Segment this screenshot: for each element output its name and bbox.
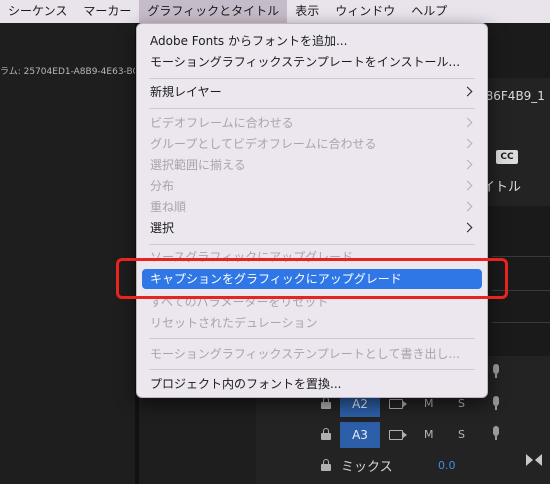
track-divider: [492, 322, 550, 323]
menu-item-align-selection[interactable]: 選択範囲に揃える: [137, 155, 487, 175]
menu-item-export-template[interactable]: モーショングラフィックステンプレートとして書き出し...: [137, 344, 487, 364]
mute-button[interactable]: M: [424, 397, 434, 410]
lock-icon[interactable]: [320, 459, 332, 471]
menu-item-distribute[interactable]: 分布: [137, 176, 487, 196]
menu-item-fit-video-frame[interactable]: ビデオフレームに合わせる: [137, 113, 487, 133]
sync-lock-icon[interactable]: [389, 399, 407, 409]
chevron-right-icon: [462, 138, 473, 149]
voiceover-mic-icon[interactable]: [492, 426, 500, 440]
project-panel: [0, 23, 135, 484]
menu-item-add-fonts[interactable]: Adobe Fonts からフォントを追加...: [137, 31, 487, 51]
menu-item-reset-duration[interactable]: リセットされたデュレーション: [137, 313, 487, 333]
annotation-highlight-box: [116, 258, 508, 299]
lock-icon[interactable]: [320, 397, 332, 409]
menu-window[interactable]: ウィンドウ: [327, 0, 403, 23]
menu-bar: シーケンス マーカー グラフィックとタイトル 表示 ウィンドウ ヘルプ: [0, 0, 550, 23]
menu-view[interactable]: 表示: [287, 0, 327, 23]
mix-pan-icon[interactable]: [526, 454, 542, 466]
chevron-right-icon: [462, 86, 473, 97]
lock-icon[interactable]: [320, 428, 332, 440]
solo-button[interactable]: S: [458, 397, 465, 410]
chevron-right-icon: [462, 201, 473, 212]
voiceover-mic-icon[interactable]: [492, 396, 500, 410]
menu-item-new-layer[interactable]: 新規レイヤー: [137, 82, 487, 102]
chevron-right-icon: [462, 117, 473, 128]
menu-separator: [149, 78, 475, 79]
menu-graphics-and-titles[interactable]: グラフィックとタイトル: [139, 0, 288, 23]
menu-help[interactable]: ヘルプ: [403, 0, 455, 23]
menu-item-select[interactable]: 選択: [137, 218, 487, 238]
menu-separator: [149, 369, 475, 370]
menu-item-label: グループとしてビデオフレームに合わせる: [150, 137, 377, 151]
graphics-titles-dropdown: Adobe Fonts からフォントを追加... モーショングラフィックステンプ…: [136, 23, 488, 398]
mix-track-label: ミックス: [341, 460, 393, 475]
track-label-a3[interactable]: A3: [340, 422, 380, 448]
chevron-right-icon: [462, 159, 473, 170]
menu-marker[interactable]: マーカー: [75, 0, 139, 23]
clip-id-text: 786F4B9_1: [478, 89, 545, 103]
voiceover-mic-icon[interactable]: [492, 364, 500, 378]
cc-icon[interactable]: CC: [496, 150, 518, 164]
menu-item-label: 新規レイヤー: [150, 85, 222, 99]
menu-item-label: ビデオフレームに合わせる: [150, 116, 294, 130]
menu-separator: [149, 108, 475, 109]
solo-button[interactable]: S: [458, 428, 465, 441]
sync-lock-icon[interactable]: [389, 430, 407, 440]
chevron-right-icon: [462, 222, 473, 233]
menu-item-install-template[interactable]: モーショングラフィックステンプレートをインストール...: [137, 52, 487, 72]
menu-separator: [149, 338, 475, 339]
menu-item-fit-group-video-frame[interactable]: グループとしてビデオフレームに合わせる: [137, 134, 487, 154]
menu-item-label: 分布: [150, 179, 175, 193]
track-divider: [492, 256, 550, 257]
menu-sequence[interactable]: シーケンス: [0, 0, 75, 23]
menu-item-label: 選択: [150, 221, 175, 235]
menu-item-label: 選択範囲に揃える: [150, 158, 246, 172]
mix-volume-value[interactable]: 0.0: [438, 459, 456, 472]
menu-item-arrange[interactable]: 重ね順: [137, 197, 487, 217]
chevron-right-icon: [462, 180, 473, 191]
menu-item-label: 重ね順: [150, 200, 187, 214]
mute-button[interactable]: M: [424, 428, 434, 441]
menu-separator: [149, 244, 475, 245]
sequence-id-text: ラム: 25704ED1-A8B9-4E63-BCBF-: [0, 67, 135, 77]
menu-item-replace-fonts[interactable]: プロジェクト内のフォントを置換...: [137, 374, 487, 394]
